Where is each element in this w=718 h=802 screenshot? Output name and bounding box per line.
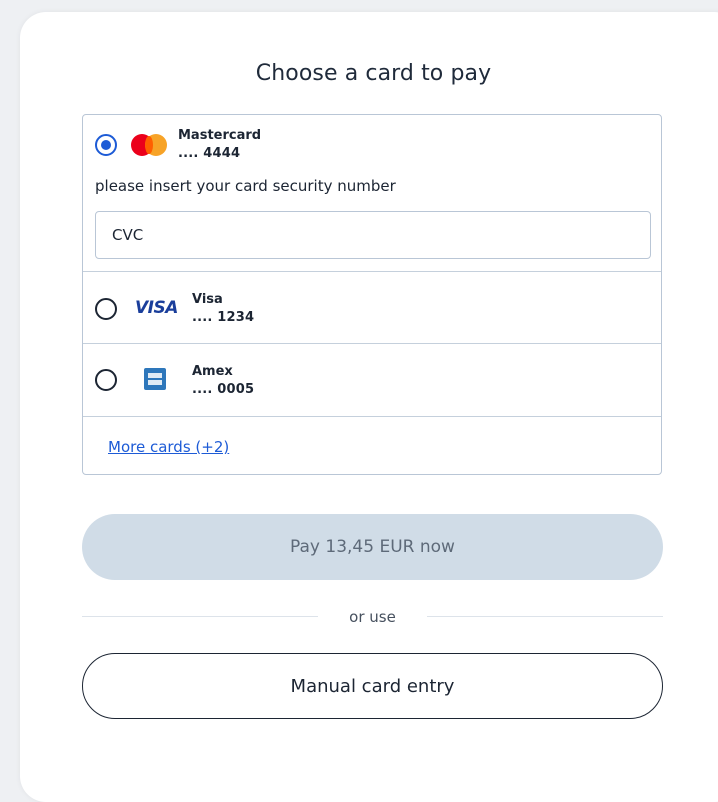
radio-amex[interactable] [95,369,117,391]
pay-now-button[interactable]: Pay 13,45 EUR now [82,514,663,580]
card-option-amex[interactable]: Amex .... 0005 [83,344,661,416]
radio-visa[interactable] [95,298,117,320]
saved-cards-list: Mastercard .... 4444 please insert your … [82,114,662,475]
amex-logo-icon [144,368,166,390]
card-masked-number: .... 0005 [192,382,255,397]
or-use-label: or use [349,608,396,626]
more-cards-link[interactable]: More cards (+2) [108,438,229,456]
cvc-input[interactable] [95,211,651,259]
or-separator: or use [82,606,663,630]
card-brand-name: Amex [192,364,233,379]
card-brand-name: Mastercard [178,128,262,143]
manual-card-entry-button[interactable]: Manual card entry [82,653,663,719]
mastercard-logo-icon [131,134,167,156]
security-hint: please insert your card security number [95,177,396,195]
page-title: Choose a card to pay [255,61,492,86]
card-option-visa[interactable]: VISA Visa .... 1234 [83,272,661,343]
radio-mastercard[interactable] [95,134,117,156]
card-masked-number: .... 1234 [192,310,255,325]
visa-logo-icon: VISA [135,298,178,318]
card-option-mastercard[interactable]: Mastercard .... 4444 please insert your … [83,115,661,271]
divider [83,416,661,417]
card-masked-number: .... 4444 [178,146,241,161]
card-brand-name: Visa [192,292,223,307]
